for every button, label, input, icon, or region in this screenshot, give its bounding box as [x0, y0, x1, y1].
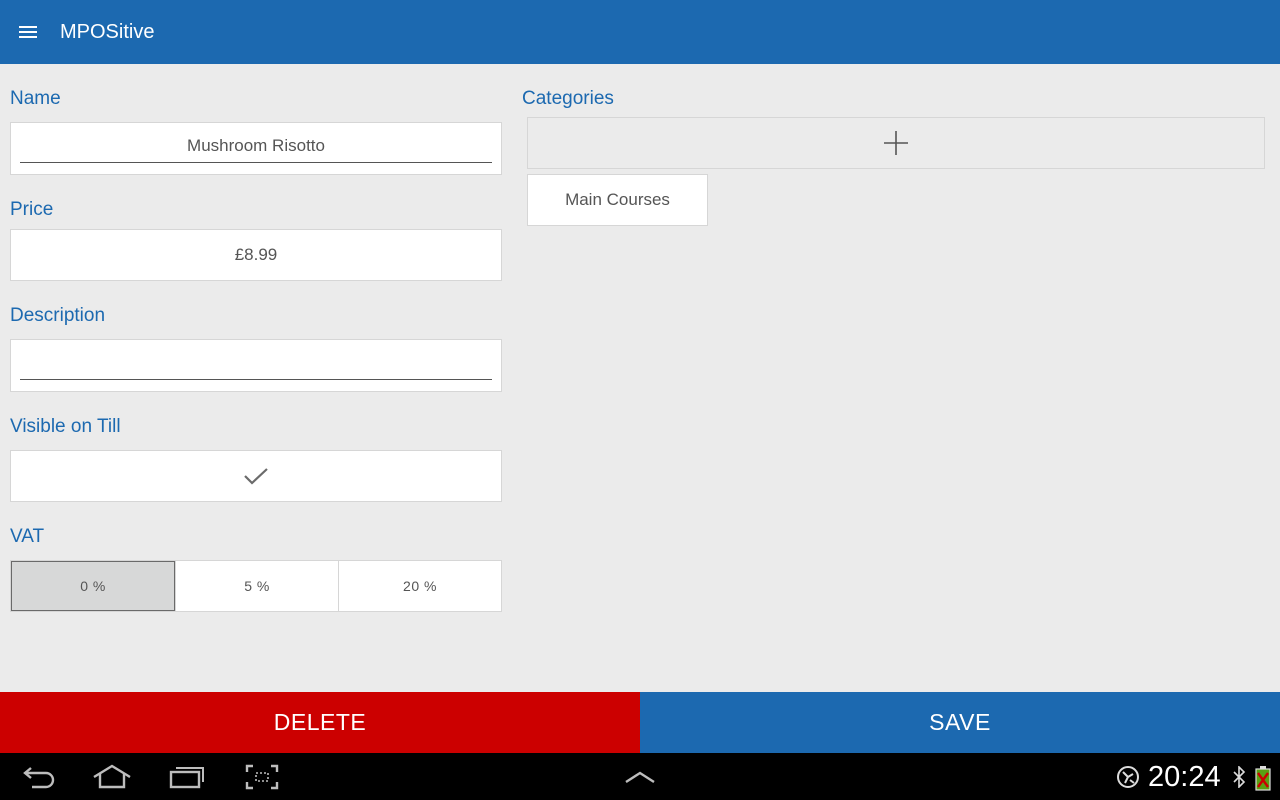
name-input-underline — [20, 162, 492, 163]
name-label: Name — [10, 88, 61, 109]
screenshot-icon[interactable] — [234, 757, 290, 797]
price-field[interactable]: £8.99 — [10, 229, 502, 281]
plus-icon — [884, 131, 908, 155]
home-icon[interactable] — [84, 757, 140, 797]
price-label: Price — [10, 199, 54, 220]
save-button[interactable]: SAVE — [640, 692, 1280, 753]
category-chip-main-courses[interactable]: Main Courses — [527, 174, 708, 226]
description-input[interactable] — [21, 350, 491, 376]
network-icon — [1116, 765, 1140, 789]
up-chevron-icon[interactable] — [612, 757, 668, 797]
clock-time: 20:24 — [1148, 761, 1221, 793]
vat-segmented-control: 0 % 5 % 20 % — [10, 560, 502, 612]
vat-option-0[interactable]: 0 % — [11, 561, 175, 611]
categories-label: Categories — [522, 88, 614, 109]
description-label: Description — [10, 305, 106, 326]
app-title: MPOSitive — [60, 20, 155, 43]
system-navigation-bar: 20:24 — [0, 753, 1280, 800]
add-category-button[interactable] — [527, 117, 1265, 169]
name-field-box — [10, 122, 502, 175]
app-bar: MPOSitive — [0, 0, 1280, 64]
battery-icon — [1254, 765, 1272, 791]
name-input[interactable] — [21, 133, 491, 159]
visible-on-till-toggle[interactable] — [10, 450, 502, 502]
delete-button[interactable]: DELETE — [0, 692, 640, 753]
price-value: £8.99 — [234, 245, 278, 264]
vat-option-5[interactable]: 5 % — [175, 561, 338, 611]
visible-on-till-label: Visible on Till — [10, 416, 121, 437]
description-input-underline — [20, 379, 492, 380]
hamburger-menu-icon[interactable] — [0, 0, 56, 64]
checkmark-icon — [244, 468, 268, 485]
back-icon[interactable] — [11, 757, 67, 797]
bluetooth-icon — [1232, 765, 1246, 789]
description-field-box — [10, 339, 502, 392]
vat-label: VAT — [10, 526, 45, 547]
recent-apps-icon[interactable] — [159, 757, 215, 797]
vat-option-20[interactable]: 20 % — [338, 561, 501, 611]
